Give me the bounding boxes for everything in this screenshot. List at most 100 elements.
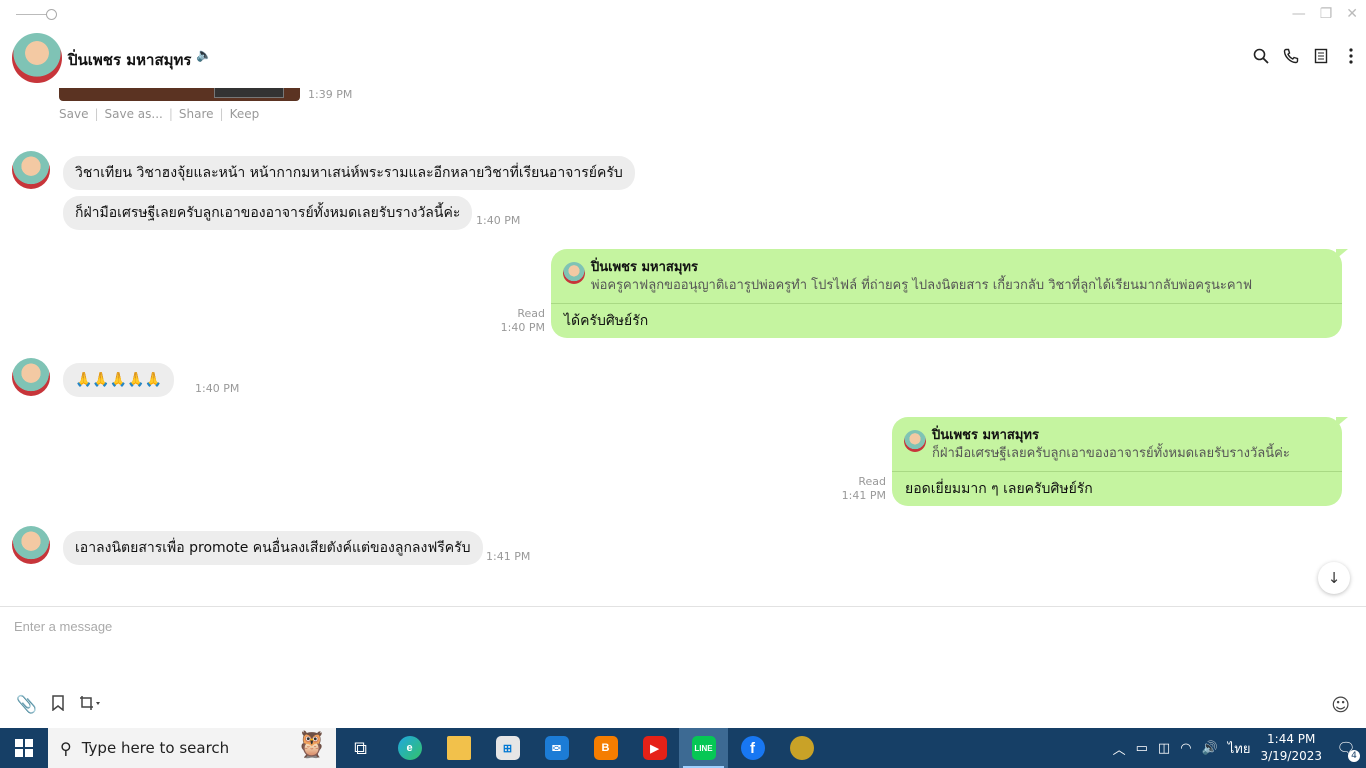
folder-icon: [446, 736, 471, 760]
badge-icon: [789, 736, 814, 760]
volume-icon[interactable]: 🔊: [1202, 741, 1218, 756]
windows-taskbar: ⚲ Type here to search 🦉 ⧉ e ⊞ ✉ B ▶ LINE…: [0, 728, 1366, 768]
chat-header: ปิ่นเพชร มหาสมุทร 🔈: [0, 28, 1366, 88]
quote-sender: ปิ่นเพชร มหาสมุทร: [932, 428, 1039, 443]
clock[interactable]: 1:44 PM 3/19/2023: [1260, 731, 1322, 765]
message-bubble[interactable]: วิชาเทียน วิชาฮงจุ้ยและหน้า หน้ากากมหาเส…: [63, 156, 635, 190]
window-controls: — ❐ ✕: [1292, 6, 1358, 22]
keep-link[interactable]: Keep: [230, 107, 260, 121]
quote-text: พ่อครูคาฟลูกขออนุญาติเอารูปพ่อครูทำ โปรไ…: [591, 278, 1253, 293]
slider-knob[interactable]: [46, 9, 57, 20]
message-input[interactable]: [14, 619, 1314, 634]
save-as-link[interactable]: Save as...: [105, 107, 163, 121]
search-icon[interactable]: [1252, 46, 1270, 66]
blogger-icon: B: [593, 736, 618, 760]
owl-icon: 🦉: [295, 730, 328, 760]
search-icon: ⚲: [60, 738, 72, 758]
task-view-icon: ⧉: [354, 737, 367, 759]
contact-avatar[interactable]: [12, 33, 62, 83]
store-icon: ⊞: [495, 736, 520, 760]
task-view-button[interactable]: ⧉: [336, 728, 385, 768]
notification-center-button[interactable]: 🗨 4: [1332, 734, 1360, 762]
notification-count: 4: [1348, 750, 1360, 762]
message-time: 1:41 PM: [486, 550, 531, 563]
attach-icon[interactable]: 📎: [16, 695, 37, 716]
notes-icon[interactable]: [1312, 46, 1330, 66]
separator: |: [94, 107, 99, 121]
opacity-slider[interactable]: [16, 8, 58, 22]
store-button[interactable]: ⊞: [483, 728, 532, 768]
arrow-down-icon: ↓: [1327, 569, 1341, 587]
quote-sender: ปิ่นเพชร มหาสมุทร: [591, 260, 698, 275]
edge-button[interactable]: e: [385, 728, 434, 768]
start-button[interactable]: [0, 728, 48, 768]
quoted-message[interactable]: ปิ่นเพชร มหาสมุทร พ่อครูคาฟลูกขออนุญาติเ…: [551, 249, 1342, 304]
mail-button[interactable]: ✉: [532, 728, 581, 768]
reply-text: ได้ครับศิษย์รัก: [564, 313, 649, 329]
message-time: 1:40 PM: [476, 214, 521, 227]
language-indicator[interactable]: ไทย: [1228, 738, 1251, 759]
avatar[interactable]: [12, 151, 50, 189]
phone-icon[interactable]: [1282, 46, 1300, 66]
message-bubble[interactable]: ก็ฝ่ามือเศรษฐีเลยครับลูกเอาของอาจารย์ทั้…: [63, 196, 473, 230]
mute-icon: 🔈: [196, 48, 213, 63]
emoji-icon[interactable]: ☺: [1331, 695, 1350, 716]
meet-now-icon[interactable]: ◫: [1158, 741, 1170, 756]
taskbar-search[interactable]: ⚲ Type here to search 🦉: [48, 728, 336, 768]
image-actions: Save | Save as... | Share | Keep: [59, 107, 259, 121]
message-bubble[interactable]: เอาลงนิตยสารเพื่อ promote คนอื่นลงเสียตั…: [63, 531, 483, 565]
message-time: 1:39 PM: [308, 88, 353, 101]
message-list[interactable]: 1:39 PM Save | Save as... | Share | Keep วิ…: [0, 88, 1366, 606]
mail-icon: ✉: [544, 736, 569, 760]
clock-time: 1:44 PM: [1267, 732, 1316, 746]
save-link[interactable]: Save: [59, 107, 88, 121]
read-status: Read: [517, 307, 545, 320]
file-explorer-button[interactable]: [434, 728, 483, 768]
windows-logo-icon: [15, 739, 33, 757]
reply-bubble[interactable]: ปิ่นเพชร มหาสมุทร ก็ฝ่ามือเศรษฐีเลยครับล…: [892, 417, 1348, 506]
quote-text: ก็ฝ่ามือเศรษฐีเลยครับลูกเอาของอาจารย์ทั้…: [932, 446, 1290, 461]
maximize-icon[interactable]: ❐: [1320, 6, 1333, 22]
facebook-icon: f: [740, 736, 765, 760]
share-link[interactable]: Share: [179, 107, 214, 121]
blogger-button[interactable]: B: [581, 728, 630, 768]
edge-icon: e: [397, 736, 422, 760]
chevron-up-icon[interactable]: ︿: [1113, 739, 1126, 758]
quote-avatar: [904, 430, 926, 452]
reply-text: ยอดเยี่ยมมาก ๆ เลยครับศิษย์รัก: [905, 481, 1093, 497]
minimize-icon[interactable]: —: [1292, 6, 1306, 22]
more-icon[interactable]: [1342, 46, 1360, 66]
separator: |: [219, 107, 224, 121]
reply-bubble[interactable]: ปิ่นเพชร มหาสมุทร พ่อครูคาฟลูกขออนุญาติเ…: [551, 249, 1348, 338]
message-bubble[interactable]: 🙏🙏🙏🙏🙏: [63, 363, 175, 397]
crop-icon[interactable]: [79, 695, 101, 716]
clock-date: 3/19/2023: [1260, 749, 1322, 763]
line-chat-window: — ❐ ✕ ปิ่นเพชร มหาสมุทร 🔈 1:39 PM Save |: [0, 0, 1366, 728]
quoted-message[interactable]: ปิ่นเพชร มหาสมุทร ก็ฝ่ามือเศรษฐีเลยครับล…: [892, 417, 1342, 472]
close-icon[interactable]: ✕: [1346, 6, 1358, 22]
scroll-down-button[interactable]: ↓: [1318, 562, 1350, 594]
image-detail: [214, 88, 284, 98]
wifi-icon[interactable]: ◠: [1180, 741, 1191, 756]
header-actions: [1252, 46, 1360, 66]
youtube-button[interactable]: ▶: [630, 728, 679, 768]
message-time: 1:41 PM: [841, 489, 886, 502]
line-button[interactable]: LINE: [679, 728, 728, 768]
composer: 📎 ☺: [0, 606, 1366, 728]
read-receipt: Read 1:40 PM: [490, 307, 545, 335]
contact-name[interactable]: ปิ่นเพชร มหาสมุทร: [68, 48, 191, 72]
line-icon: LINE: [691, 736, 716, 760]
search-placeholder: Type here to search: [81, 739, 230, 757]
read-receipt: Read 1:41 PM: [831, 475, 886, 503]
quote-avatar: [563, 262, 585, 284]
facebook-button[interactable]: f: [728, 728, 777, 768]
avatar[interactable]: [12, 526, 50, 564]
bookmark-icon[interactable]: [51, 695, 65, 716]
custom-app-button[interactable]: [777, 728, 826, 768]
avatar[interactable]: [12, 358, 50, 396]
battery-icon[interactable]: ▭: [1136, 741, 1148, 756]
message-time: 1:40 PM: [195, 382, 240, 395]
read-status: Read: [858, 475, 886, 488]
image-message[interactable]: [59, 88, 300, 101]
system-tray: ︿ ▭ ◫ ◠ 🔊 ไทย 1:44 PM 3/19/2023 🗨 4: [1113, 731, 1366, 765]
